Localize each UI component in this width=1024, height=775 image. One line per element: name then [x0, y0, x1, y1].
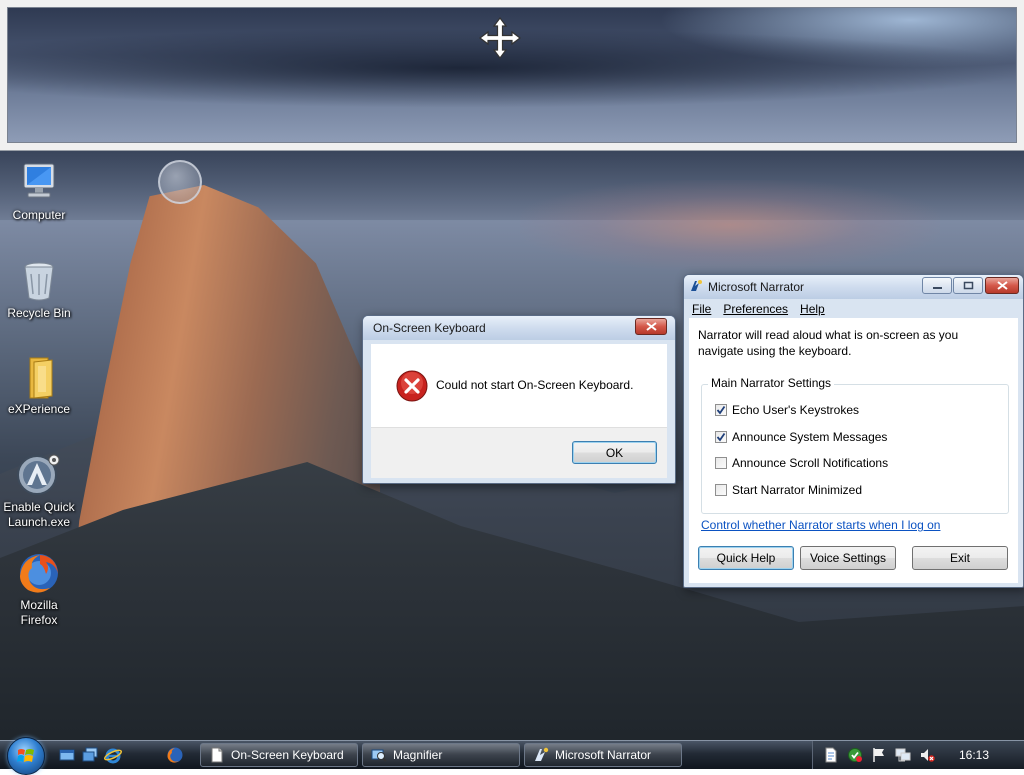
close-icon — [996, 281, 1008, 290]
close-icon — [645, 322, 657, 331]
maximize-icon — [963, 281, 973, 290]
error-icon — [396, 370, 428, 402]
desktop-icon-label-line2: Firefox — [20, 613, 58, 627]
windows-logo-icon — [17, 749, 34, 762]
option-label: Echo User's Keystrokes — [732, 403, 860, 417]
taskbar-button-label: Magnifier — [393, 748, 443, 762]
menu-preferences[interactable]: Preferences — [723, 302, 788, 316]
minimize-button[interactable] — [922, 277, 952, 294]
voice-settings-button[interactable]: Voice Settings — [800, 546, 896, 570]
option-announce-system-messages[interactable]: Announce System Messages — [715, 430, 887, 444]
checkbox-echo-keystrokes[interactable] — [715, 404, 727, 416]
computer-icon — [16, 160, 62, 206]
wallpaper-sunset-glow — [520, 180, 940, 270]
menu-file[interactable]: File — [692, 302, 711, 316]
taskbar-button-label: Microsoft Narrator — [555, 748, 652, 762]
taskbar-button-magnifier[interactable]: Magnifier — [362, 743, 520, 767]
magnifier-icon — [371, 747, 387, 763]
main-settings-group: Main Narrator Settings Echo User's Keyst… — [701, 376, 1009, 514]
desktop-icon-recycle-bin[interactable]: Recycle Bin — [1, 258, 77, 321]
dialog-message: Could not start On-Screen Keyboard. — [436, 378, 634, 392]
checkbox-start-minimized[interactable] — [715, 484, 727, 496]
narrator-description: Narrator will read aloud what is on-scre… — [698, 328, 959, 358]
logon-startup-link[interactable]: Control whether Narrator starts when I l… — [701, 518, 940, 532]
option-echo-keystrokes[interactable]: Echo User's Keystrokes — [715, 403, 859, 417]
move-cursor-icon — [478, 16, 522, 60]
volume-muted-icon[interactable] — [919, 747, 935, 763]
option-start-minimized[interactable]: Start Narrator Minimized — [715, 483, 862, 497]
checkbox-announce-scroll-notifications[interactable] — [715, 457, 727, 469]
document-icon[interactable] — [823, 747, 839, 763]
quick-help-button[interactable]: Quick Help — [698, 546, 794, 570]
magnifier-window[interactable] — [0, 0, 1024, 151]
narrator-title: Microsoft Narrator — [708, 280, 805, 294]
minimize-icon — [932, 287, 942, 289]
network-icon[interactable] — [895, 747, 911, 763]
ok-button[interactable]: OK — [572, 441, 657, 464]
narrator-icon — [689, 279, 703, 293]
start-button[interactable] — [7, 737, 45, 775]
recycle-bin-icon — [16, 258, 62, 304]
checkmark-icon — [716, 405, 726, 415]
taskbar-clock[interactable]: 16:13 — [959, 748, 989, 762]
flag-icon[interactable] — [871, 747, 887, 763]
magnifier-lens-indicator[interactable] — [158, 160, 202, 204]
narrator-window[interactable]: Microsoft Narrator File Preferences Help… — [683, 274, 1024, 588]
desktop-icon-label-line2: Launch.exe — [7, 515, 71, 529]
narrator-client-area: Narrator will read aloud what is on-scre… — [689, 318, 1018, 583]
desktop-icon-label: Computer — [12, 208, 66, 222]
firefox-icon — [16, 550, 62, 596]
desktop-icon-label-line1: Enable Quick — [3, 500, 75, 514]
folder-icon — [16, 354, 62, 400]
security-icon[interactable] — [847, 747, 863, 763]
taskbar-button-on-screen-keyboard[interactable]: On-Screen Keyboard — [200, 743, 358, 767]
desktop-icon-computer[interactable]: Computer — [1, 160, 77, 223]
option-label: Announce System Messages — [732, 430, 888, 444]
notification-area: 16:13 — [812, 741, 1024, 769]
option-label: Announce Scroll Notifications — [732, 456, 889, 470]
narrator-icon — [533, 747, 549, 763]
main-settings-group-label: Main Narrator Settings — [708, 376, 835, 390]
taskbar-button-microsoft-narrator[interactable]: Microsoft Narrator — [524, 743, 682, 767]
menu-help[interactable]: Help — [800, 302, 825, 316]
taskbar-button-label: On-Screen Keyboard — [231, 748, 344, 762]
app-icon — [16, 452, 62, 498]
checkmark-icon — [716, 432, 726, 442]
dialog-titlebar[interactable]: On-Screen Keyboard — [363, 316, 675, 340]
dialog-body: Could not start On-Screen Keyboard. — [371, 344, 667, 427]
checkbox-announce-system-messages[interactable] — [715, 431, 727, 443]
osk-error-dialog[interactable]: On-Screen Keyboard Could not start On-Sc… — [362, 315, 676, 484]
switch-windows-icon[interactable] — [81, 746, 99, 764]
desktop-icon-mozilla-firefox[interactable]: Mozilla Firefox — [1, 550, 77, 628]
option-announce-scroll-notifications[interactable]: Announce Scroll Notifications — [715, 456, 888, 470]
desktop-icon-label-line1: Mozilla — [20, 598, 58, 612]
internet-explorer-icon[interactable] — [103, 746, 123, 764]
dialog-footer: OK — [371, 427, 667, 478]
taskbar: On-Screen Keyboard Magnifier Microsoft N… — [0, 737, 1024, 775]
dialog-close-button[interactable] — [635, 318, 667, 335]
exit-button[interactable]: Exit — [912, 546, 1008, 570]
desktop-icon-label: Recycle Bin — [7, 306, 71, 320]
desktop-icon-enable-quick-launch[interactable]: Enable Quick Launch.exe — [1, 452, 77, 530]
option-label: Start Narrator Minimized — [732, 483, 863, 497]
dialog-title: On-Screen Keyboard — [373, 321, 486, 335]
narrator-titlebar[interactable]: Microsoft Narrator — [684, 275, 1023, 299]
document-icon — [209, 747, 225, 763]
maximize-button[interactable] — [953, 277, 983, 294]
firefox-icon[interactable] — [166, 746, 184, 764]
desktop-icon-experience[interactable]: eXPerience — [1, 354, 77, 417]
narrator-close-button[interactable] — [985, 277, 1019, 294]
show-desktop-icon[interactable] — [58, 746, 76, 764]
narrator-menubar: File Preferences Help — [689, 300, 1022, 318]
desktop-icon-label: eXPerience — [7, 402, 71, 416]
